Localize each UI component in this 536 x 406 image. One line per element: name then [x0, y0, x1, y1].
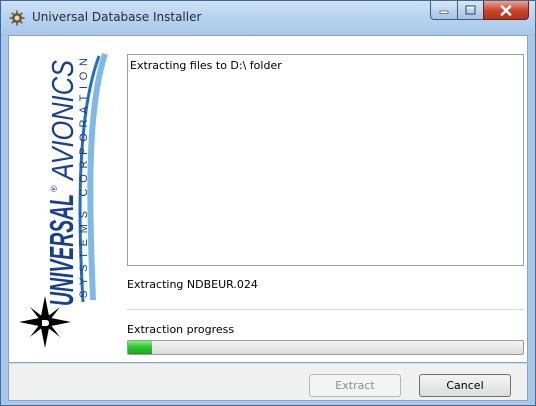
extraction-progress-bar [127, 340, 524, 355]
progress-label: Extraction progress [127, 323, 235, 336]
logo-registered-mark: ® [49, 185, 59, 192]
logo-brand-main: UNIVERSAL [43, 194, 80, 306]
maximize-button[interactable] [457, 1, 483, 20]
minimize-button[interactable] [430, 1, 457, 20]
app-gear-icon [9, 10, 25, 26]
caption-buttons [430, 1, 529, 21]
logo-graphic: UNIVERSAL ® AVIONICS SYSTEMS CORPORATION [19, 53, 108, 348]
universal-avionics-logo: UNIVERSAL ® AVIONICS SYSTEMS CORPORATION [17, 50, 109, 357]
close-icon [500, 4, 512, 16]
minimize-icon [439, 10, 449, 14]
logo-swoosh-light [87, 53, 108, 301]
maximize-icon [465, 5, 476, 15]
title-bar[interactable]: Universal Database Installer [1, 1, 535, 35]
logo-brand-second: AVIONICS [45, 60, 80, 182]
divider [127, 309, 524, 310]
log-line: Extracting files to D:\ folder [130, 59, 282, 72]
extract-button[interactable]: Extract [309, 374, 401, 397]
installer-window: Universal Database Installer UNIVERSAL ®… [0, 0, 536, 406]
extraction-log[interactable]: Extracting files to D:\ folder [127, 54, 524, 266]
close-button[interactable] [483, 1, 529, 20]
cancel-button[interactable]: Cancel [419, 374, 511, 397]
current-file-status: Extracting NDBEUR.024 [127, 278, 258, 291]
window-title: Universal Database Installer [32, 10, 202, 24]
progress-fill [128, 341, 152, 354]
